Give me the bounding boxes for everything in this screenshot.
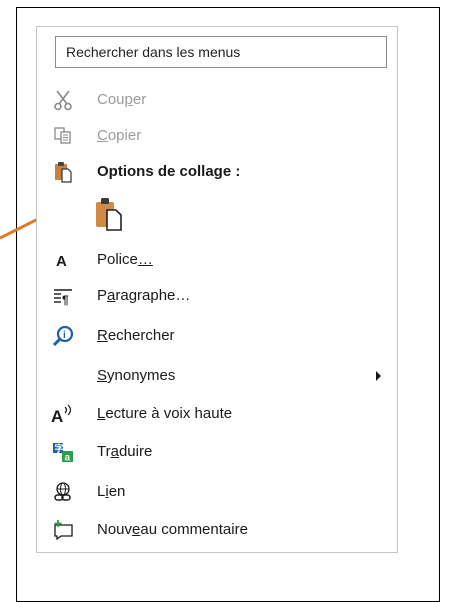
menu-item-search-label: Rechercher <box>97 327 175 344</box>
menu-item-search[interactable]: i Rechercher <box>37 318 397 354</box>
menu-item-cut-label: Couper <box>97 91 147 108</box>
svg-text:A: A <box>51 407 63 425</box>
menu-item-read-aloud-label: Lecture à voix haute <box>97 405 233 422</box>
menu-item-new-comment-label: Nouveau commentaire <box>97 521 248 538</box>
menu-item-synonyms[interactable]: Synonymes <box>37 358 397 394</box>
new-comment-icon <box>51 518 75 542</box>
svg-text:i: i <box>63 330 66 341</box>
menu-item-read-aloud[interactable]: A Lecture à voix haute <box>37 396 397 432</box>
svg-text:¶: ¶ <box>62 293 69 306</box>
search-menus-input[interactable]: Rechercher dans les menus <box>55 36 387 68</box>
paste-options-icon <box>51 160 75 184</box>
menu-item-paste-options: Options de collage : <box>37 154 397 190</box>
submenu-arrow-icon <box>376 371 381 381</box>
menu-item-link[interactable]: Lien <box>37 474 397 510</box>
svg-text:a: a <box>65 453 71 464</box>
paste-keep-source-button[interactable] <box>91 196 127 236</box>
translate-icon: 字 a <box>51 440 75 464</box>
svg-text:A: A <box>56 253 67 270</box>
menu-item-copy-label: Copier <box>97 127 142 144</box>
link-icon <box>51 480 75 504</box>
font-icon: A <box>51 248 75 272</box>
menu-item-copy[interactable]: Copier <box>37 118 397 154</box>
search-icon: i <box>51 324 75 348</box>
menu-item-synonyms-label: Synonymes <box>97 367 176 384</box>
read-aloud-icon: A <box>51 402 75 426</box>
menu-item-paragraph-label: Paragraphe… <box>97 287 191 304</box>
menu-item-new-comment[interactable]: Nouveau commentaire <box>37 512 397 548</box>
menu-item-paragraph[interactable]: ¶ Paragraphe… <box>37 278 397 314</box>
menu-item-font-label: Police… <box>97 251 153 268</box>
menu-item-translate-label: Traduire <box>97 443 153 460</box>
menu-item-translate[interactable]: 字 a Traduire <box>37 434 397 470</box>
menu-item-font[interactable]: A Police… <box>37 242 397 278</box>
paragraph-icon: ¶ <box>51 284 75 308</box>
copy-icon <box>51 124 75 148</box>
menu-item-link-label: Lien <box>97 483 126 500</box>
menu-item-paste-options-label: Options de collage : <box>97 163 241 180</box>
paste-keep-source-icon <box>94 197 124 236</box>
scissors-icon <box>51 88 75 112</box>
menu-item-cut[interactable]: Couper <box>37 82 397 118</box>
